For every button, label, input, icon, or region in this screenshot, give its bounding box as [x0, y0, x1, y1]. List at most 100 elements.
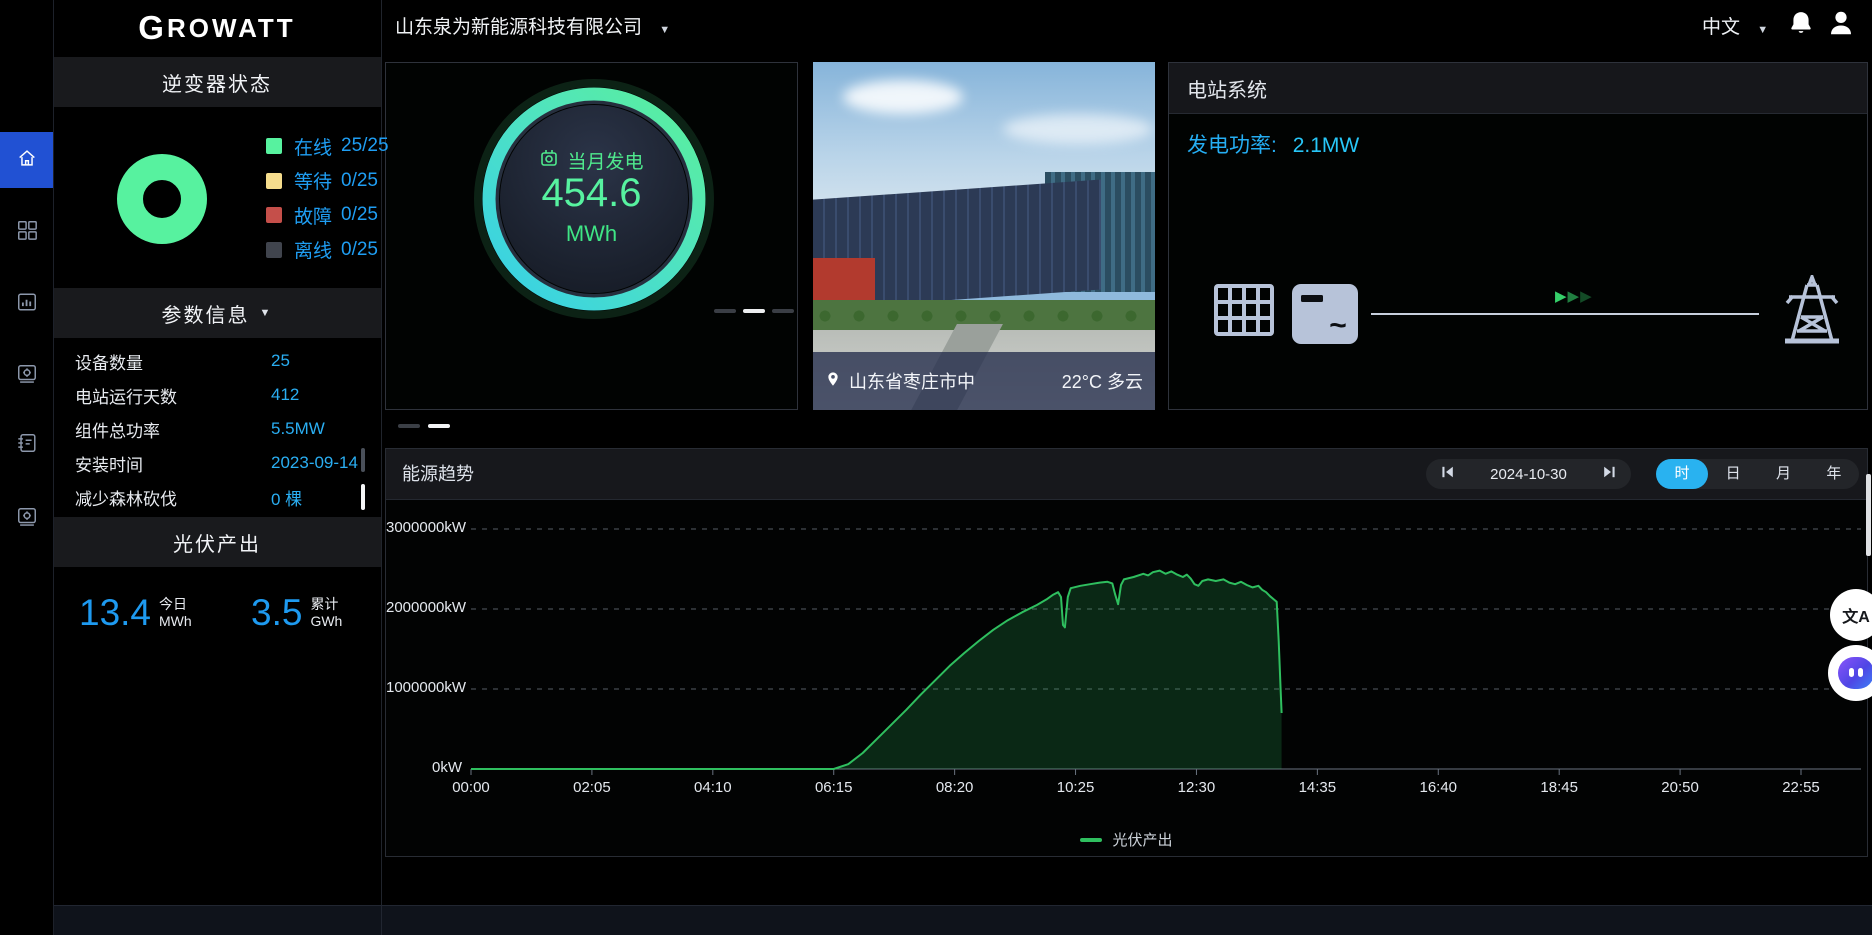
device-gear-icon — [16, 363, 38, 390]
power-flow-line — [1371, 313, 1759, 315]
carousel-dot[interactable] — [398, 424, 420, 428]
legend-count: 0/25 — [341, 204, 378, 226]
carousel-dot-active[interactable] — [428, 424, 450, 428]
energy-trend-panel: 能源趋势 2024-10-30 时 日 月 年 光伏产出 0kW1000000k… — [385, 448, 1868, 857]
y-axis-tick: 0kW — [386, 759, 462, 776]
pv-output-title: 光伏产出 — [173, 528, 261, 557]
x-axis-tick: 02:05 — [547, 779, 637, 796]
param-value: 25 — [271, 351, 290, 371]
legend-item-offline: 离线 0/25 — [266, 233, 389, 268]
photo-cloud — [1003, 114, 1153, 144]
gear-box-icon — [16, 506, 38, 533]
tab-month[interactable]: 月 — [1758, 459, 1808, 489]
gauge-carousel-dots — [714, 309, 794, 313]
period-tabs: 时 日 月 年 — [1656, 459, 1859, 489]
arrow-icon: ▶ — [1568, 287, 1581, 305]
x-axis-tick: 18:45 — [1514, 779, 1604, 796]
sidebar-item-home[interactable] — [0, 132, 53, 188]
account-button[interactable] — [1826, 8, 1856, 43]
arrow-icon: ▶ — [1555, 287, 1568, 305]
growatt-logo: GROWATT — [53, 0, 381, 56]
legend-label: 在线 — [294, 133, 332, 160]
sidebar-item-devices[interactable] — [0, 348, 53, 404]
gauge-label: 当月发电 — [567, 147, 643, 174]
station-system-card: 电站系统 发电功率: 2.1MW ~ ▶ ▶ ▶ — [1168, 62, 1868, 410]
inverter-status-legend: 在线 25/25 等待 0/25 故障 0/25 离线 0/25 — [266, 129, 389, 267]
plant-selector[interactable]: 山东泉为新能源科技有限公司 ▼ — [395, 12, 670, 39]
pv-total: 3.5 累计 GWh — [251, 592, 342, 634]
language-selector[interactable]: 中文 ▼ — [1702, 12, 1768, 39]
param-row: 电站运行天数412 — [75, 378, 359, 412]
pv-today-value: 13.4 — [79, 592, 151, 634]
param-row: 安装时间2023-09-14 — [75, 446, 359, 480]
params-list: 设备数量 25 电站运行天数412 组件总功率 5.5MW 安装时间2023-09-… — [75, 344, 359, 514]
station-header: 电站系统 — [1169, 63, 1867, 114]
language-label: 中文 — [1702, 17, 1740, 38]
x-axis-tick: 10:25 — [1031, 779, 1121, 796]
location-pin-icon — [825, 371, 841, 392]
trend-chart: 光伏产出 0kW1000000kW2000000kW3000000kW00:00… — [386, 499, 1867, 856]
pv-output-header: 光伏产出 — [53, 517, 381, 567]
photo-red-building — [813, 258, 875, 304]
param-value: 5.5MW — [271, 419, 325, 439]
param-row: 减少森林砍伐0 棵 — [75, 480, 359, 514]
sidebar-item-plants[interactable] — [0, 204, 53, 260]
panel-divider — [381, 906, 382, 935]
inverter-status-title: 逆变器状态 — [162, 68, 272, 97]
notebook-icon — [16, 432, 38, 459]
carousel-dot[interactable] — [714, 309, 736, 313]
power-value: 2.1MW — [1293, 134, 1360, 157]
sidebar-item-settings[interactable] — [0, 491, 53, 547]
grid-icon — [16, 219, 38, 246]
skip-next-icon[interactable] — [1601, 464, 1617, 485]
pv-today-label: 今日 MWh — [159, 596, 192, 631]
sidebar-item-statistics[interactable] — [0, 276, 53, 332]
param-label: 设备数量 — [75, 349, 143, 374]
param-label: 组件总功率 — [75, 417, 160, 442]
tab-year[interactable]: 年 — [1809, 459, 1859, 489]
trend-chart-svg — [471, 509, 1861, 769]
waiting-swatch — [266, 173, 282, 189]
tab-day[interactable]: 日 — [1708, 459, 1758, 489]
x-axis-tick: 04:10 — [668, 779, 758, 796]
date-picker[interactable]: 2024-10-30 — [1426, 459, 1631, 489]
params-scrollbar-thumb[interactable] — [361, 484, 365, 510]
sidebar-item-logs[interactable] — [0, 417, 53, 473]
photo-cloud — [843, 80, 963, 114]
translate-icon: 文A — [1842, 603, 1870, 627]
skip-previous-icon[interactable] — [1440, 464, 1456, 485]
param-row: 设备数量 25 — [75, 344, 359, 378]
chevron-down-icon: ▼ — [1757, 24, 1768, 36]
date-value[interactable]: 2024-10-30 — [1490, 466, 1567, 483]
carousel-dot-active[interactable] — [743, 309, 765, 313]
legend-label: 离线 — [294, 236, 332, 263]
y-axis-tick: 1000000kW — [386, 679, 462, 696]
legend-item-fault: 故障 0/25 — [266, 198, 389, 233]
sidebar — [0, 0, 54, 935]
logo-rest: ROWATT — [167, 13, 296, 44]
carousel-dot[interactable] — [772, 309, 794, 313]
legend-count: 25/25 — [341, 135, 389, 157]
inverter-status-header: 逆变器状态 — [53, 57, 381, 107]
x-axis-tick: 06:15 — [789, 779, 879, 796]
series-label: 光伏产出 — [1112, 829, 1172, 850]
param-value: 0 棵 — [271, 485, 302, 510]
legend-count: 0/25 — [341, 239, 378, 261]
photo-overlay: 山东省枣庄市中 22°C 多云 — [813, 352, 1155, 410]
notifications-button[interactable] — [1788, 10, 1814, 41]
param-label: 电站运行天数 — [75, 383, 177, 408]
x-axis-tick: 12:30 — [1151, 779, 1241, 796]
user-icon — [1826, 25, 1856, 42]
page-scrollbar-thumb[interactable] — [1866, 474, 1871, 556]
legend-count: 0/25 — [341, 170, 378, 192]
inverter-status-donut — [117, 154, 207, 244]
grid-tower-icon — [1779, 275, 1845, 352]
power-flow-arrows: ▶ ▶ ▶ — [1555, 287, 1593, 305]
chevron-down-icon: ▼ — [659, 24, 670, 36]
solar-panel-icon — [1213, 283, 1275, 346]
legend-item-online: 在线 25/25 — [266, 129, 389, 164]
x-axis-tick: 08:20 — [910, 779, 1000, 796]
tab-hour[interactable]: 时 — [1656, 459, 1708, 489]
params-scrollbar-track[interactable] — [361, 448, 365, 472]
params-header[interactable]: 参数信息 ▼ — [53, 288, 381, 338]
